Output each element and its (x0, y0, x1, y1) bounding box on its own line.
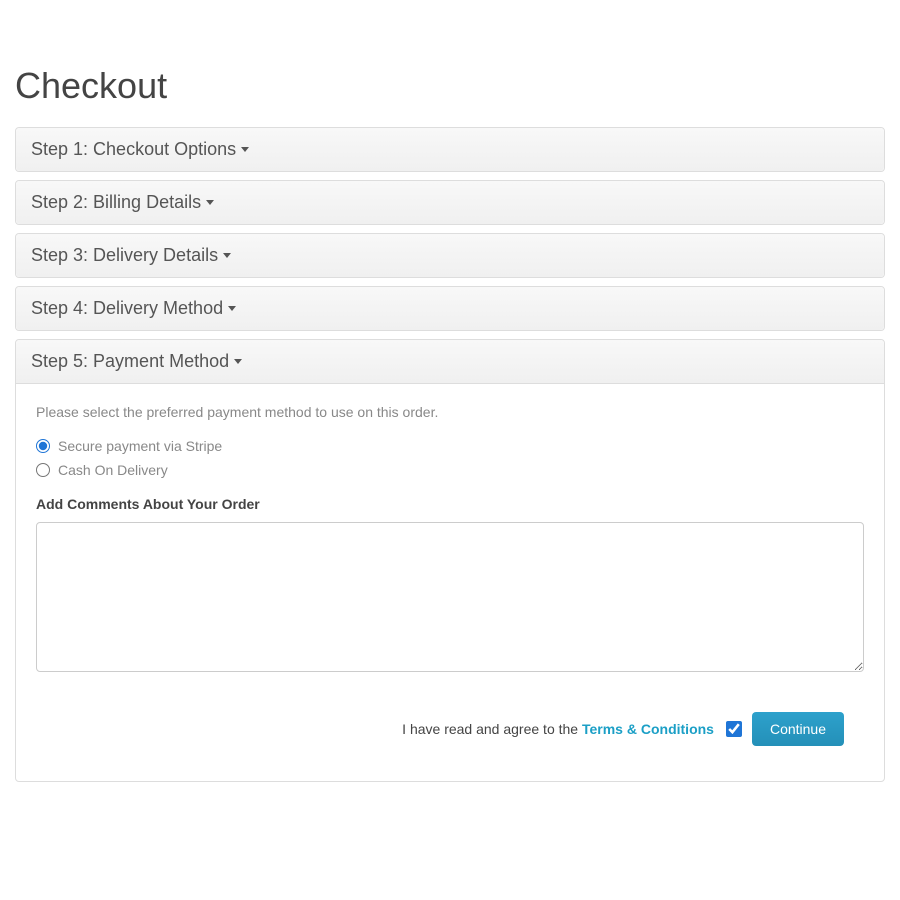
terms-agree-checkbox[interactable] (726, 721, 742, 737)
step-4-title: Step 4: Delivery Method (31, 298, 223, 319)
step-1-panel: Step 1: Checkout Options (15, 127, 885, 172)
step-5-panel: Step 5: Payment Method Please select the… (15, 339, 885, 782)
comments-label: Add Comments About Your Order (36, 496, 864, 512)
payment-radio-stripe[interactable] (36, 439, 50, 453)
caret-down-icon (234, 359, 242, 364)
caret-down-icon (241, 147, 249, 152)
step-3-title: Step 3: Delivery Details (31, 245, 218, 266)
payment-option-stripe[interactable]: Secure payment via Stripe (36, 438, 864, 454)
agree-text: I have read and agree to the Terms & Con… (402, 721, 714, 737)
caret-down-icon (228, 306, 236, 311)
agree-prefix: I have read and agree to the (402, 721, 582, 737)
step-2-panel: Step 2: Billing Details (15, 180, 885, 225)
order-comments-textarea[interactable] (36, 522, 864, 672)
step-5-footer: I have read and agree to the Terms & Con… (36, 697, 864, 761)
step-5-heading[interactable]: Step 5: Payment Method (16, 340, 884, 384)
caret-down-icon (206, 200, 214, 205)
step-1-title: Step 1: Checkout Options (31, 139, 236, 160)
step-3-heading[interactable]: Step 3: Delivery Details (16, 234, 884, 277)
step-1-heading[interactable]: Step 1: Checkout Options (16, 128, 884, 171)
step-2-title: Step 2: Billing Details (31, 192, 201, 213)
step-4-panel: Step 4: Delivery Method (15, 286, 885, 331)
payment-radio-cod[interactable] (36, 463, 50, 477)
payment-label-cod: Cash On Delivery (58, 462, 168, 478)
step-2-heading[interactable]: Step 2: Billing Details (16, 181, 884, 224)
payment-option-cod[interactable]: Cash On Delivery (36, 462, 864, 478)
continue-button[interactable]: Continue (752, 712, 844, 746)
step-3-panel: Step 3: Delivery Details (15, 233, 885, 278)
page-title: Checkout (15, 65, 885, 107)
step-5-body: Please select the preferred payment meth… (16, 384, 884, 781)
payment-method-group: Secure payment via Stripe Cash On Delive… (36, 438, 864, 478)
step-4-heading[interactable]: Step 4: Delivery Method (16, 287, 884, 330)
step-5-title: Step 5: Payment Method (31, 351, 229, 372)
payment-label-stripe: Secure payment via Stripe (58, 438, 222, 454)
terms-conditions-link[interactable]: Terms & Conditions (582, 721, 714, 737)
caret-down-icon (223, 253, 231, 258)
payment-instruction: Please select the preferred payment meth… (36, 404, 864, 420)
